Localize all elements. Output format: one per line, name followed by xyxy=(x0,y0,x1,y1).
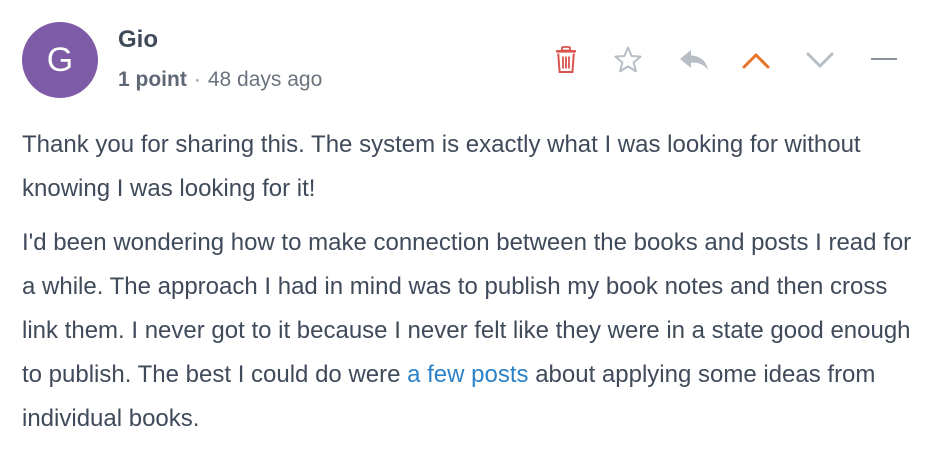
delete-button[interactable] xyxy=(548,42,584,78)
reply-button[interactable] xyxy=(676,42,712,78)
star-icon xyxy=(614,46,642,73)
comment-meta: 1 point · 48 days ago xyxy=(118,68,322,92)
upvote-icon xyxy=(742,53,770,69)
avatar[interactable]: G xyxy=(22,22,98,98)
few-posts-link[interactable]: a few posts xyxy=(407,361,528,388)
trash-icon xyxy=(556,46,576,73)
downvote-icon xyxy=(806,52,834,68)
collapse-button[interactable] xyxy=(866,42,902,78)
comment: G Gio 1 point · 48 days ago Thank you fo… xyxy=(0,0,936,460)
comment-body: Thank you for sharing this. The system i… xyxy=(22,123,912,451)
reply-icon xyxy=(680,50,708,70)
comment-author[interactable]: Gio xyxy=(118,26,158,54)
meta-separator: · xyxy=(193,68,201,91)
comment-age[interactable]: 48 days ago xyxy=(208,68,322,91)
collapse-icon xyxy=(871,58,897,60)
comment-paragraph: I'd been wondering how to make connectio… xyxy=(22,221,912,441)
avatar-letter: G xyxy=(46,40,74,79)
upvote-button[interactable] xyxy=(738,42,774,78)
comment-paragraph: Thank you for sharing this. The system i… xyxy=(22,131,861,202)
downvote-button[interactable] xyxy=(802,42,838,78)
favorite-button[interactable] xyxy=(610,42,646,78)
comment-points: 1 point xyxy=(118,68,187,91)
